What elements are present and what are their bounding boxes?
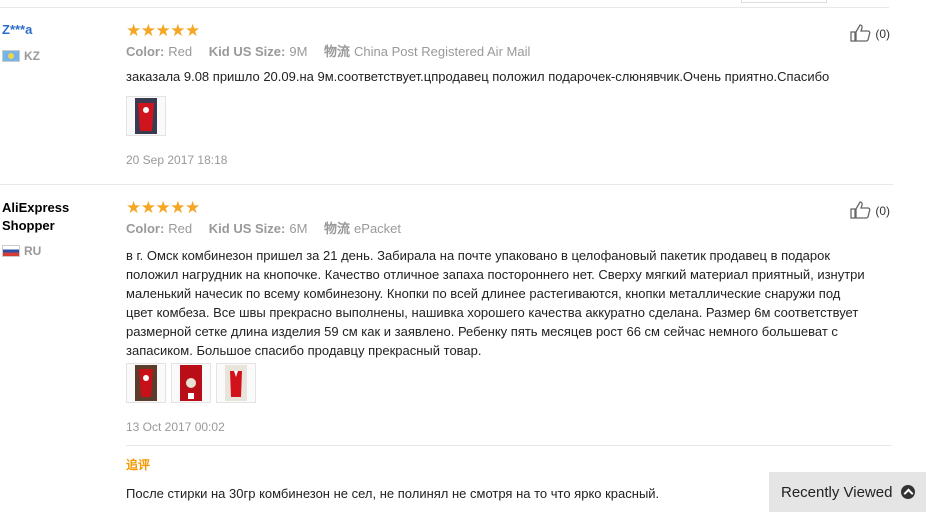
rating-stars: ★★★★★ bbox=[126, 21, 200, 40]
reviewer-name[interactable]: Z***a bbox=[2, 21, 32, 39]
review-photos bbox=[126, 363, 256, 403]
size-label: Kid US Size: bbox=[208, 221, 286, 236]
reviewer-name[interactable]: AliExpress Shopper bbox=[2, 199, 92, 235]
size-label: Kid US Size: bbox=[208, 44, 286, 59]
order-attributes: Color: Red Kid US Size: 9M 物流 China Post Re… bbox=[126, 44, 543, 60]
shipping-value: China Post Registered Air Mail bbox=[354, 44, 531, 59]
review-photo[interactable] bbox=[171, 363, 211, 403]
shipping-label: 物流 bbox=[324, 44, 351, 59]
like-count: (0) bbox=[875, 27, 891, 41]
chevron-up-icon bbox=[901, 485, 915, 499]
color-label: Color: bbox=[126, 44, 165, 59]
top-divider bbox=[0, 7, 889, 8]
shipping-value: ePacket bbox=[354, 221, 402, 236]
review-text: заказала 9.08 пришло 20.09.на 9м.соответ… bbox=[126, 69, 830, 84]
review-photo[interactable] bbox=[126, 96, 166, 136]
reviewer-country: KZ bbox=[2, 49, 40, 63]
top-tab-edge bbox=[741, 0, 827, 3]
ru-flag-icon bbox=[2, 245, 20, 257]
reviewer-country: RU bbox=[2, 244, 41, 258]
country-code: KZ bbox=[24, 49, 40, 63]
order-attributes: Color: Red Kid US Size: 6M 物流 ePacket bbox=[126, 221, 414, 237]
review-text: в г. Омск комбинезон пришел за 21 день. … bbox=[126, 248, 865, 358]
shipping-label: 物流 bbox=[324, 221, 351, 236]
review-date: 13 Oct 2017 00:02 bbox=[126, 420, 225, 434]
size-value: 6M bbox=[289, 221, 308, 236]
review-photo[interactable] bbox=[216, 363, 256, 403]
thumbs-up-icon bbox=[850, 201, 871, 219]
kz-flag-icon bbox=[2, 50, 20, 62]
size-value: 9M bbox=[289, 44, 308, 59]
additional-review-divider bbox=[126, 445, 892, 446]
review-photos bbox=[126, 96, 166, 136]
color-label: Color: bbox=[126, 221, 165, 236]
recently-viewed-button[interactable]: Recently Viewed bbox=[769, 472, 926, 512]
thumbs-up-icon bbox=[850, 24, 871, 42]
country-code: RU bbox=[24, 244, 42, 258]
review-date: 20 Sep 2017 18:18 bbox=[126, 153, 228, 167]
helpful-button[interactable]: (0) bbox=[850, 201, 890, 219]
review-divider bbox=[0, 184, 893, 185]
review-photo[interactable] bbox=[126, 363, 166, 403]
additional-review-label: 追评 bbox=[126, 458, 151, 472]
color-value: Red bbox=[168, 221, 193, 236]
additional-review-text: После стирки на 30гр комбинезон не сел, … bbox=[126, 486, 660, 501]
recently-viewed-label: Recently Viewed bbox=[781, 483, 893, 501]
color-value: Red bbox=[168, 44, 193, 59]
rating-stars: ★★★★★ bbox=[126, 198, 200, 217]
like-count: (0) bbox=[875, 204, 891, 218]
helpful-button[interactable]: (0) bbox=[850, 24, 890, 42]
